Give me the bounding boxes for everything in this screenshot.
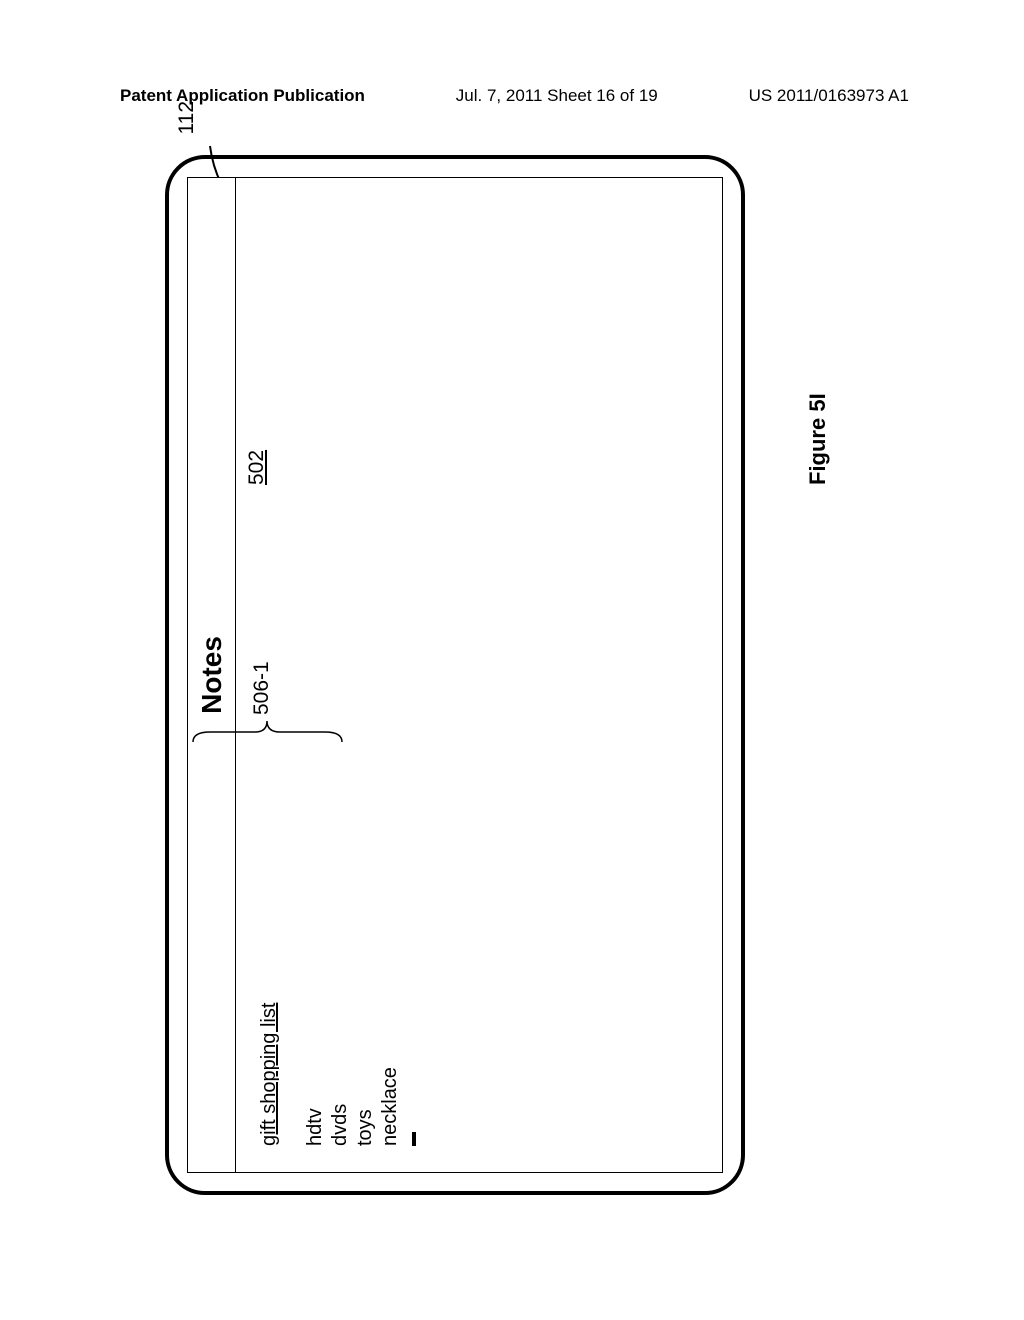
curly-brace-506 bbox=[190, 717, 345, 747]
page-header: Patent Application Publication Jul. 7, 2… bbox=[0, 86, 1024, 106]
note-item: dvds bbox=[328, 204, 353, 1146]
ref-label-506-1: 506-1 bbox=[250, 661, 274, 715]
ref-label-502: 502 bbox=[245, 450, 269, 485]
figure-label: Figure 5I bbox=[805, 393, 831, 485]
figure-container: 500I 112 Notes gift shopping list hdtv d… bbox=[0, 385, 985, 965]
app-title: Notes bbox=[196, 636, 228, 714]
header-publication: Patent Application Publication bbox=[120, 86, 365, 106]
header-patent-number: US 2011/0163973 A1 bbox=[749, 86, 909, 106]
note-item: toys bbox=[353, 204, 378, 1146]
note-content-area[interactable]: gift shopping list hdtv dvds toys neckla… bbox=[236, 178, 722, 1172]
header-sheet-info: Jul. 7, 2011 Sheet 16 of 19 bbox=[456, 86, 658, 106]
note-item: hdtv bbox=[303, 204, 328, 1146]
note-item: necklace bbox=[378, 204, 403, 1146]
ref-label-112: 112 bbox=[175, 101, 199, 134]
text-cursor bbox=[412, 1132, 416, 1146]
title-bar: Notes bbox=[188, 178, 236, 1172]
